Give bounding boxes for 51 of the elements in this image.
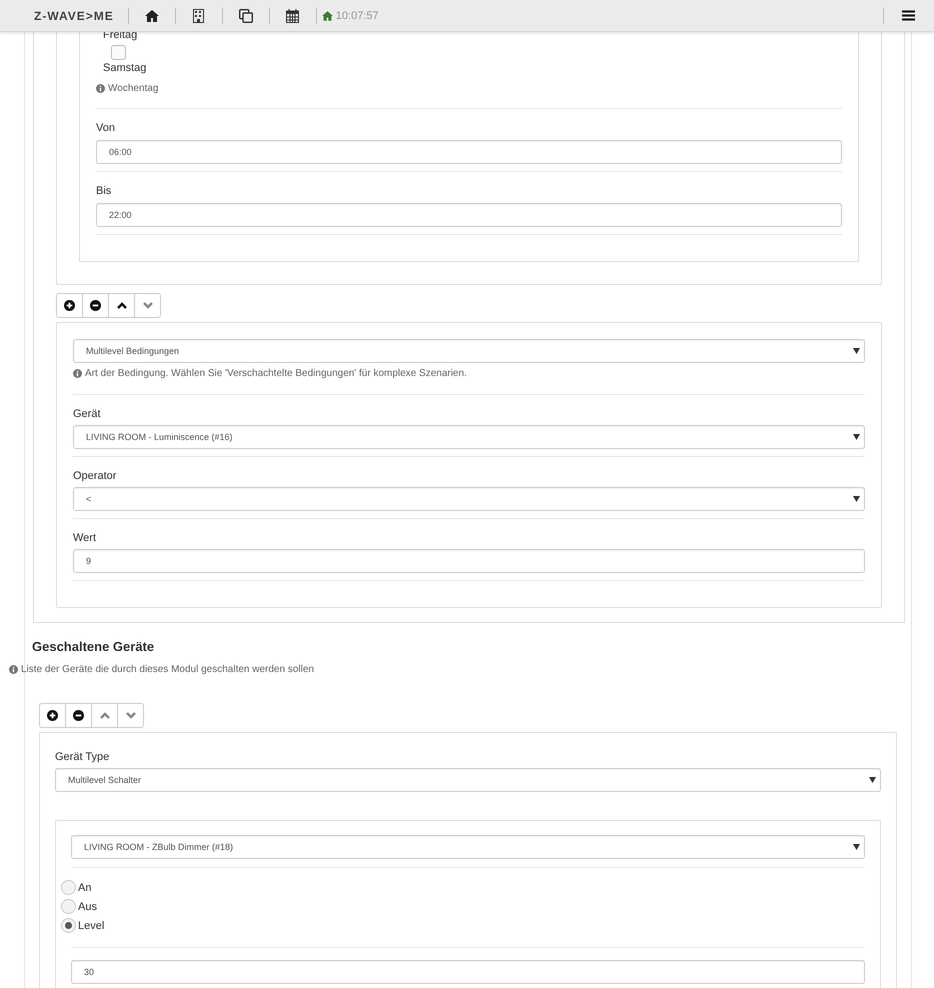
chevron-up-icon [116, 302, 126, 309]
level-input[interactable]: 30 [71, 960, 865, 984]
chevron-down-icon [142, 302, 152, 309]
select-field[interactable]: < [73, 487, 865, 511]
caret-icon [853, 496, 860, 502]
radio-label: Aus [78, 900, 97, 912]
help-text: Wochentag [108, 83, 158, 94]
value-input[interactable]: 9 [73, 549, 865, 573]
caret-icon [853, 844, 860, 850]
add-button[interactable] [39, 703, 66, 728]
help-text: Art der Bedingung. Wählen Sie 'Verschachtelte Bedingungen' für komplexe Szenarien. [85, 368, 467, 379]
select-field[interactable]: LIVING ROOM - Luminiscence (#16) [73, 425, 865, 449]
time-input[interactable]: 22:00 [96, 203, 842, 227]
checkbox-label: Samstag [102, 62, 148, 74]
minus-icon [73, 710, 84, 721]
add-button[interactable] [56, 293, 83, 318]
checkbox[interactable] [111, 45, 126, 60]
remove-button[interactable] [82, 293, 109, 318]
field-label: Wert [73, 532, 98, 544]
time-input[interactable]: 06:00 [96, 140, 842, 164]
info-icon [96, 84, 105, 93]
field-label: Bis [96, 185, 112, 197]
logo[interactable]: Z-WAVE>ME [34, 8, 114, 22]
info-icon [9, 665, 18, 674]
radio-button[interactable] [61, 880, 76, 895]
clock-time: 10:07:57 [336, 10, 379, 22]
device-type-select[interactable]: Multilevel Schalter [55, 768, 881, 792]
condition-type-select[interactable]: Multilevel Bedingungen [73, 339, 865, 363]
caret-icon [853, 434, 860, 440]
device-select[interactable]: LIVING ROOM - ZBulb Dimmer (#18) [71, 835, 865, 859]
home-icon [322, 10, 333, 20]
field-label: Von [96, 122, 116, 134]
radio-label: Level [78, 920, 104, 932]
plus-icon [47, 710, 58, 721]
remove-button[interactable] [65, 703, 92, 728]
caret-icon [869, 777, 876, 783]
minus-icon [90, 300, 101, 311]
plus-icon [64, 300, 75, 311]
radio-label: An [78, 882, 92, 894]
caret-icon [853, 348, 860, 354]
section-title: Geschaltene Geräte [32, 639, 156, 654]
field-label: Operator [73, 470, 118, 482]
field-label: Gerät Type [55, 751, 110, 763]
info-icon [73, 369, 82, 378]
chevron-down-icon [126, 712, 136, 719]
radio-button[interactable] [61, 899, 76, 914]
chevron-up-icon [100, 712, 110, 719]
field-label: Gerät [73, 408, 102, 420]
help-text: Liste der Geräte die durch dieses Modul geschalten werden sollen [21, 664, 314, 675]
radio-button[interactable] [61, 918, 76, 933]
move-up-button[interactable] [108, 293, 135, 318]
